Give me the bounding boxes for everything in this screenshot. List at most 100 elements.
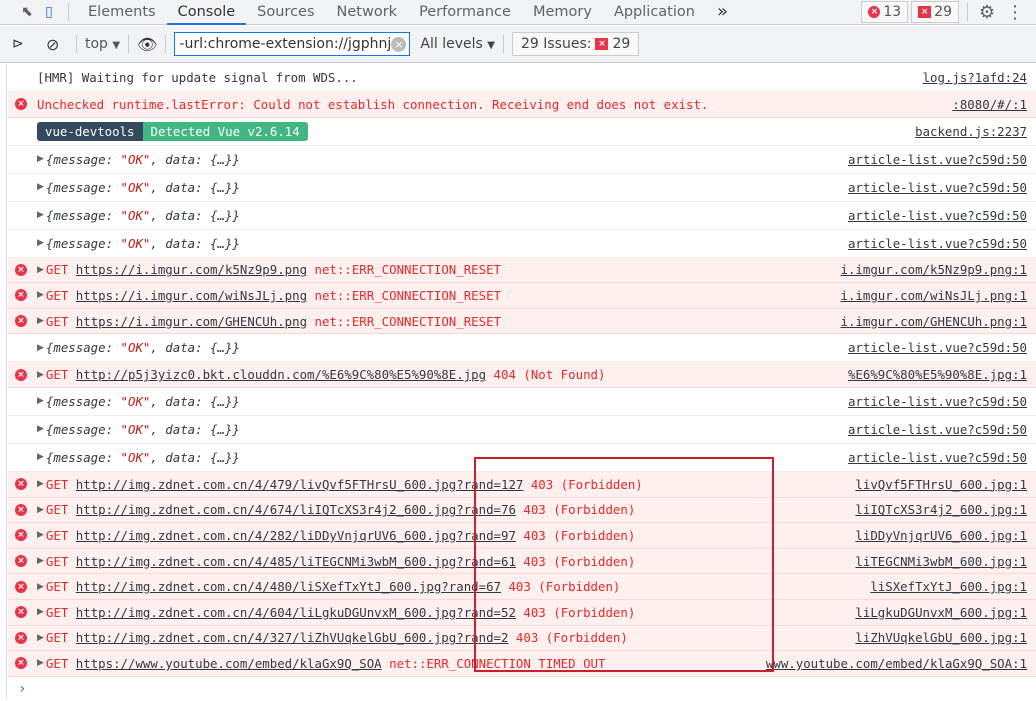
tab-performance[interactable]: Performance [408, 0, 522, 25]
request-url-link[interactable]: http://img.zdnet.com.cn/4/485/liTEGCNMi3… [76, 554, 516, 569]
issues-button[interactable]: 29 Issues: × 29 [511, 32, 640, 56]
expand-triangle-icon[interactable]: ▶ [37, 265, 44, 275]
object-preview[interactable]: {message: "OK", data: {…}} [46, 394, 240, 409]
http-method: GET [45, 579, 69, 595]
source-link[interactable]: livQvf5FTHrsU_600.jpg:1 [855, 477, 1027, 492]
console-log-row: ▶ {message: "OK", data: {…}} article-list.… [8, 202, 1036, 230]
clear-filter-icon[interactable]: × [391, 37, 407, 52]
source-link[interactable]: article-list.vue?c59d:50 [848, 422, 1027, 437]
console-prompt[interactable]: › [8, 677, 1036, 701]
expand-triangle-icon[interactable]: ▶ [37, 633, 44, 643]
request-url-link[interactable]: http://img.zdnet.com.cn/4/480/liSXefTxYt… [76, 579, 501, 594]
request-url-link[interactable]: https://www.youtube.com/embed/klaGx9Q_SO… [76, 656, 382, 671]
expand-triangle-icon[interactable]: ▶ [37, 658, 44, 668]
object-preview[interactable]: {message: "OK", data: {…}} [46, 236, 240, 251]
log-levels-dropdown[interactable]: All levels ▼ [420, 36, 495, 52]
http-method: GET [45, 502, 69, 518]
source-link[interactable]: %E6%9C%80%E5%90%8E.jpg:1 [848, 367, 1027, 382]
device-toolbar-icon[interactable]: ▯ [38, 1, 60, 23]
filter-input[interactable]: -url:chrome-extension://jgphnjc × [174, 32, 411, 56]
http-method: GET [45, 553, 69, 569]
request-url-link[interactable]: https://i.imgur.com/k5Nz9p9.png [76, 262, 307, 277]
issues-count: 29 [612, 36, 631, 52]
expand-triangle-icon[interactable]: ▶ [37, 238, 44, 248]
expand-triangle-icon[interactable]: ▶ [37, 530, 44, 540]
live-expression-eye-icon[interactable]: 👁 [137, 35, 157, 54]
context-selector[interactable]: top ▼ [85, 36, 120, 52]
tab-elements[interactable]: Elements [77, 0, 167, 25]
expand-triangle-icon[interactable]: ▶ [37, 343, 44, 353]
error-icon: × [15, 631, 27, 644]
request-url-link[interactable]: http://p5j3yizc0.bkt.clouddn.com/%E6%9C%… [76, 367, 486, 382]
expand-triangle-icon[interactable]: ▶ [37, 479, 44, 489]
request-url-link[interactable]: https://i.imgur.com/wiNsJLj.png [76, 288, 307, 303]
source-link[interactable]: i.imgur.com/GHENCUh.png:1 [841, 314, 1028, 329]
source-link[interactable]: article-list.vue?c59d:50 [848, 208, 1027, 223]
source-link[interactable]: :8080/#/:1 [952, 97, 1027, 112]
source-link[interactable]: liSXefTxYtJ_600.jpg:1 [870, 579, 1027, 594]
expand-triangle-icon[interactable]: ▶ [37, 182, 44, 192]
expand-triangle-icon[interactable]: ▶ [37, 154, 44, 164]
expand-triangle-icon[interactable]: ▶ [37, 290, 44, 300]
tab-console[interactable]: Console [166, 0, 247, 25]
object-string-value: "OK" [120, 151, 151, 167]
settings-gear-icon[interactable]: ⚙ [976, 1, 998, 23]
error-count-badge[interactable]: × 13 [861, 1, 909, 23]
source-link[interactable]: liDDyVnjqrUV6_600.jpg:1 [855, 528, 1027, 543]
expand-triangle-icon[interactable]: ▶ [37, 556, 44, 566]
request-status: net::ERR_CONNECTION_RESET [314, 287, 502, 303]
request-url-link[interactable]: http://img.zdnet.com.cn/4/674/liIQTcXS3r… [76, 502, 516, 517]
request-url-link[interactable]: http://img.zdnet.com.cn/4/479/livQvf5FTH… [76, 477, 524, 492]
request-url-link[interactable]: https://i.imgur.com/GHENCUh.png [76, 314, 307, 329]
expand-triangle-icon[interactable]: ▶ [37, 505, 44, 515]
object-preview[interactable]: {message: "OK", data: {…}} [46, 450, 240, 465]
expand-triangle-icon[interactable]: ▶ [37, 452, 44, 462]
expand-triangle-icon[interactable]: ▶ [37, 210, 44, 220]
expand-triangle-icon[interactable]: ▶ [37, 582, 44, 592]
expand-triangle-icon[interactable]: ▶ [37, 424, 44, 434]
source-link[interactable]: article-list.vue?c59d:50 [848, 394, 1027, 409]
expand-triangle-icon[interactable]: ▶ [37, 316, 44, 326]
source-link[interactable]: liIQTcXS3r4j2_600.jpg:1 [855, 502, 1027, 517]
console-log-row: ▶ {message: "OK", data: {…}} article-list.… [8, 174, 1036, 202]
source-link[interactable]: www.youtube.com/embed/klaGx9Q_SOA:1 [766, 656, 1027, 671]
request-url-link[interactable]: http://img.zdnet.com.cn/4/282/liDDyVnjqr… [76, 528, 516, 543]
source-link[interactable]: article-list.vue?c59d:50 [848, 340, 1027, 355]
source-link[interactable]: liZhVUqkelGbU_600.jpg:1 [855, 630, 1027, 645]
source-link[interactable]: log.js?1afd:24 [923, 70, 1027, 85]
object-key: {message: [45, 449, 121, 465]
source-link[interactable]: i.imgur.com/k5Nz9p9.png:1 [841, 262, 1028, 277]
source-link[interactable]: liLgkuDGUnvxM_600.jpg:1 [855, 605, 1027, 620]
source-link[interactable]: i.imgur.com/wiNsJLj.png:1 [841, 288, 1028, 303]
issue-count-badge[interactable]: × 29 [911, 1, 959, 23]
request-url-link[interactable]: http://img.zdnet.com.cn/4/327/liZhVUqkel… [76, 630, 509, 645]
tab-memory[interactable]: Memory [522, 0, 603, 25]
http-method: GET [45, 630, 69, 646]
source-link[interactable]: backend.js:2237 [915, 124, 1027, 139]
expand-triangle-icon[interactable]: ▶ [37, 396, 44, 406]
expand-triangle-icon[interactable]: ▶ [37, 607, 44, 617]
tab-application[interactable]: Application [603, 0, 706, 25]
more-options-icon[interactable]: ⋮ [1004, 1, 1026, 23]
show-sidebar-icon[interactable]: ⊳ [12, 36, 34, 52]
tab-sources[interactable]: Sources [246, 0, 325, 25]
source-link[interactable]: article-list.vue?c59d:50 [848, 450, 1027, 465]
tab-network[interactable]: Network [326, 0, 409, 25]
more-tabs-button[interactable]: » [706, 0, 739, 25]
source-link[interactable]: article-list.vue?c59d:50 [848, 152, 1027, 167]
http-method: GET [45, 313, 69, 329]
inspect-element-icon[interactable]: ⬉ [16, 1, 38, 23]
request-url-link[interactable]: http://img.zdnet.com.cn/4/604/liLgkuDGUn… [76, 605, 516, 620]
source-link[interactable]: article-list.vue?c59d:50 [848, 236, 1027, 251]
object-preview[interactable]: {message: "OK", data: {…}} [46, 422, 240, 437]
object-preview[interactable]: {message: "OK", data: {…}} [46, 208, 240, 223]
expand-triangle-icon[interactable]: ▶ [37, 370, 44, 380]
object-preview[interactable]: {message: "OK", data: {…}} [46, 152, 240, 167]
clear-console-icon[interactable]: ⊘ [46, 35, 68, 54]
error-icon: × [15, 289, 27, 302]
source-link[interactable]: liTEGCNMi3wbM_600.jpg:1 [855, 554, 1027, 569]
object-preview[interactable]: {message: "OK", data: {…}} [46, 340, 240, 355]
console-messages: [HMR] Waiting for update signal from WDS… [8, 64, 1036, 701]
object-preview[interactable]: {message: "OK", data: {…}} [46, 180, 240, 195]
source-link[interactable]: article-list.vue?c59d:50 [848, 180, 1027, 195]
